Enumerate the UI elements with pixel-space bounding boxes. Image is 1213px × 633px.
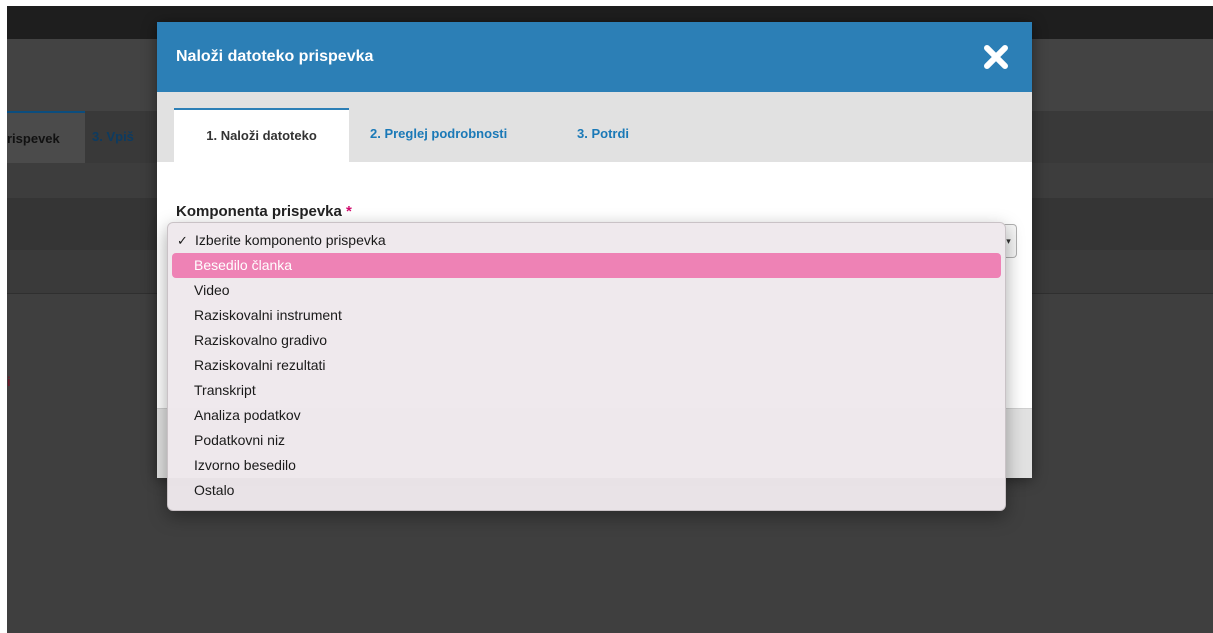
option-research-instrument[interactable]: Raziskovalni instrument xyxy=(172,303,1001,328)
modal-header: Naloži datoteko prispevka xyxy=(157,22,1032,92)
option-research-materials[interactable]: Raziskovalno gradivo xyxy=(172,328,1001,353)
tab-confirm[interactable]: 3. Potrdi xyxy=(577,108,629,162)
close-icon xyxy=(984,45,1008,69)
option-transcript[interactable]: Transkript xyxy=(172,378,1001,403)
background-marker: i xyxy=(7,374,10,389)
close-button[interactable] xyxy=(983,44,1009,70)
option-select-component[interactable]: ✓ Izberite komponento prispevka xyxy=(172,228,1001,253)
background-tab-enter: 3. Vpiš xyxy=(92,129,134,144)
option-article-text[interactable]: Besedilo članka xyxy=(172,253,1001,278)
option-other[interactable]: Ostalo xyxy=(172,478,1001,503)
modal-title: Naloži datoteko prispevka xyxy=(176,48,374,65)
option-data-analysis[interactable]: Analiza podatkov xyxy=(172,403,1001,428)
option-source-text[interactable]: Izvorno besedilo xyxy=(172,453,1001,478)
component-field-label: Komponenta prispevka * xyxy=(176,203,352,220)
option-data-set[interactable]: Podatkovni niz xyxy=(172,428,1001,453)
option-research-results[interactable]: Raziskovalni rezultati xyxy=(172,353,1001,378)
background-tab-submission: rispevek xyxy=(7,111,85,163)
modal-tabs: 1. Naloži datoteko 2. Preglej podrobnost… xyxy=(157,92,1032,162)
component-select-dropdown: ✓ Izberite komponento prispevka Besedilo… xyxy=(167,222,1006,511)
tab-upload-file[interactable]: 1. Naloži datoteko xyxy=(174,108,349,162)
tab-review-details[interactable]: 2. Preglej podrobnosti xyxy=(370,108,507,162)
required-marker: * xyxy=(346,203,352,220)
chevron-down-icon: ▾ xyxy=(1006,236,1011,246)
option-video[interactable]: Video xyxy=(172,278,1001,303)
checkmark-icon: ✓ xyxy=(177,233,188,248)
